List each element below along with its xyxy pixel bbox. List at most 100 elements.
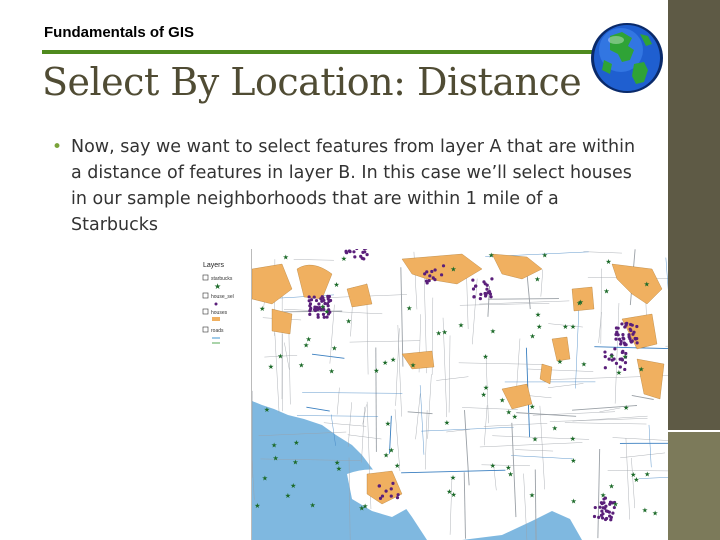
layers-heading: Layers [203,262,225,269]
house-point [395,496,400,500]
starbucks-star: ★ [605,258,611,266]
house-point [621,332,625,337]
starbucks-star: ★ [616,369,622,377]
house-point [635,341,639,345]
house-point [384,489,388,493]
house-point [428,274,432,278]
house-point [592,514,597,519]
house-point [389,494,393,498]
sidebar-band-lower [668,432,720,540]
house-point [489,295,493,299]
starbucks-star: ★ [576,299,582,307]
starbucks-star: ★ [506,409,512,417]
house-point [624,323,628,327]
starbucks-star: ★ [488,252,494,260]
layer-name: house_sel [211,294,234,300]
house-point [603,355,607,359]
starbucks-star: ★ [480,391,486,399]
house-point [614,361,619,365]
starbucks-star: ★ [341,255,347,263]
house-point [485,287,489,291]
house-point [362,257,366,261]
house-point [604,504,608,508]
house-point [608,514,612,518]
starbucks-star: ★ [562,323,568,331]
house-point [635,324,639,329]
house-point [325,302,330,306]
starbucks-star: ★ [644,471,650,479]
starbucks-star: ★ [359,505,365,513]
house-point [623,361,628,365]
house-point [433,277,437,282]
house-point [613,347,617,351]
map-canvas[interactable]: ★ ★ ★ ★ ★ ★ ★ ★ ★ ★ ★ ★ ★ ★ ★ ★ ★ ★ ★ ★ ★ ★ ★ ★ ★ ★ ★ ★ ★ ★ ★ ★ ★ ★ ★ ★ ★ ★ ★ ★… [252,249,668,540]
layers-panel: Layers starbucks ★ house_sel houses road… [197,249,252,540]
starbucks-star: ★ [373,367,379,375]
house-point [482,280,486,284]
starbucks-star: ★ [450,266,456,274]
house-point [627,333,631,337]
house-point [603,517,608,522]
bullet-dot: • [52,137,63,157]
house-point [314,298,319,303]
starbucks-star: ★ [581,361,587,369]
starbucks-star: ★ [444,419,450,427]
house-point [600,509,604,513]
starbucks-star: ★ [490,328,496,336]
house-point [599,513,604,517]
starbucks-star: ★ [290,482,296,490]
house-point [616,333,620,337]
starbucks-star: ★ [271,442,277,450]
house-point [425,281,429,285]
starbucks-star: ★ [570,497,576,505]
starbucks-star: ★ [383,451,389,459]
house-point [472,295,476,299]
starbucks-star: ★ [490,462,496,470]
house-point [597,515,601,519]
house-point [483,291,487,296]
house-point [352,250,356,254]
starbucks-star: ★ [535,311,541,319]
starbucks-star: ★ [609,353,615,361]
house-point [361,250,365,254]
house-point [345,251,349,255]
starbucks-star: ★ [406,305,412,313]
house-point [309,298,314,302]
starbucks-star: ★ [458,321,464,329]
starbucks-star: ★ [442,328,448,336]
starbucks-star: ★ [532,435,538,443]
starbucks-star: ★ [346,318,352,326]
starbucks-star: ★ [630,471,636,479]
house-point [433,268,437,272]
starbucks-star: ★ [329,368,335,376]
starbucks-star: ★ [331,344,337,352]
starbucks-star: ★ [320,303,326,311]
house-point [603,366,607,370]
map-screenshot: Layers starbucks ★ house_sel houses road… [197,249,668,540]
starbucks-star: ★ [623,404,629,412]
starbucks-star: ★ [512,413,518,421]
starbucks-star: ★ [570,435,576,443]
house-point [359,254,363,258]
starbucks-star: ★ [608,483,614,491]
house-point [485,283,489,287]
starbucks-star: ★ [306,335,312,343]
house-point [322,315,326,319]
house-point [629,340,634,344]
house-point [611,511,615,515]
starbucks-star: ★ [254,502,260,510]
starbucks-star: ★ [382,359,388,367]
starbucks-star: ★ [298,362,304,370]
house-point [348,250,352,254]
house-point [623,342,627,346]
starbucks-star: ★ [446,488,452,496]
starbucks-star: ★ [570,457,576,465]
road [487,298,559,300]
house-point [365,253,369,257]
starbucks-star: ★ [385,420,391,428]
starbucks-star: ★ [600,491,606,499]
starbucks-star: ★ [529,403,535,411]
globe-icon [591,23,663,93]
course-title: Fundamentals of GIS [44,24,195,41]
house-point [621,336,625,340]
